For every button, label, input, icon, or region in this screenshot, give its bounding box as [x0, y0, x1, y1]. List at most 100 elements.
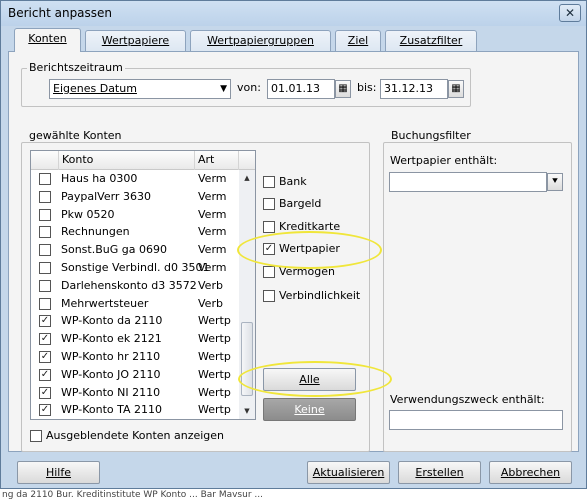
wertpapier-label: Wertpapier enthält: [390, 154, 498, 167]
dropdown-arrow-icon[interactable]: ⯆ [547, 173, 563, 191]
tab-zusatzfilter[interactable]: Zusatzfilter [385, 30, 477, 51]
table-row[interactable]: ✓ WP-Konto TA 2110 Wertp [31, 401, 239, 419]
row-checkbox[interactable] [39, 244, 51, 257]
verwendung-input[interactable] [389, 410, 563, 430]
header-konto[interactable]: Konto [59, 151, 195, 170]
account-name: WP-Konto ek 2121 [61, 332, 162, 346]
account-type: Wertp [198, 385, 231, 399]
type-filter-5[interactable]: Verbindlichkeit [263, 289, 373, 305]
table-row[interactable]: Sonst.BuG ga 0690 Verm [31, 241, 239, 259]
row-checkbox[interactable] [39, 173, 51, 185]
table-row[interactable]: Haus ha 0300 Verm [31, 170, 239, 188]
type-checkbox[interactable] [263, 198, 275, 210]
type-filter-3[interactable]: ✓ Wertpapier [263, 242, 373, 258]
type-label: Kreditkarte [279, 220, 341, 233]
wertpapier-input[interactable] [389, 172, 547, 192]
type-label: Bank [279, 175, 307, 188]
close-button[interactable]: ✕ [559, 4, 581, 22]
title-bar: Bericht anpassen ✕ [1, 1, 586, 26]
type-filter-2[interactable]: Kreditkarte [263, 220, 373, 236]
account-name: WP-Konto da 2110 [61, 314, 163, 328]
account-name: Darlehenskonto d3 3572 [61, 278, 197, 292]
row-checkbox[interactable] [39, 279, 51, 292]
account-name: WP-Konto NI 2110 [61, 385, 161, 399]
background-window-text: ng da 2110 Bur. Kreditinstitute WP Konto… [0, 489, 587, 501]
type-checkbox[interactable]: ✓ [263, 243, 275, 255]
table-row[interactable]: Darlehenskonto d3 3572 Verb [31, 277, 239, 295]
type-label: Wertpapier [279, 242, 340, 255]
account-type: Verb [198, 296, 223, 310]
cancel-button[interactable]: Abbrechen [489, 461, 572, 484]
row-checkbox[interactable]: ✓ [39, 315, 51, 328]
scroll-thumb[interactable] [241, 322, 253, 396]
table-row[interactable]: Rechnungen Verm [31, 223, 239, 241]
table-row[interactable]: Pkw 0520 Verm [31, 206, 239, 224]
account-type: Wertp [198, 350, 231, 363]
type-checkbox[interactable] [263, 221, 275, 233]
row-checkbox[interactable] [39, 262, 51, 274]
header-check-column [31, 151, 59, 170]
list-header: Konto Art [31, 151, 255, 170]
table-row[interactable]: ✓ WP-Konto da 2110 Wertp [31, 312, 239, 330]
table-row[interactable]: ✓ WP-Konto JO 2110 Wertp [31, 366, 239, 384]
row-checkbox[interactable] [39, 297, 51, 310]
help-button[interactable]: Hilfe [17, 461, 100, 484]
calendar-icon[interactable]: ▦ [448, 80, 464, 98]
row-checkbox[interactable]: ✓ [39, 386, 51, 399]
row-checkbox[interactable] [39, 208, 51, 221]
row-checkbox[interactable]: ✓ [39, 404, 51, 417]
row-checkbox[interactable] [39, 190, 51, 203]
berichtszeitraum-title: Berichtszeitraum [27, 61, 125, 74]
period-select[interactable]: Eigenes Datum ▼ [49, 79, 231, 99]
header-art[interactable]: Art [195, 151, 239, 170]
type-checkbox[interactable] [263, 290, 275, 302]
row-checkbox[interactable]: ✓ [39, 368, 51, 381]
account-type: Verm [198, 172, 227, 185]
chevron-down-icon: ▼ [220, 84, 227, 94]
table-row[interactable]: ✓ WP-Konto hr 2110 Wertp [31, 348, 239, 366]
show-hidden-accounts[interactable]: Ausgeblendete Konten anzeigen [30, 429, 260, 445]
accounts-list[interactable]: Konto Art Haus ha 0300 Verm PaypalVerr 363… [30, 150, 256, 420]
bis-date-input[interactable]: 31.12.13 [380, 79, 448, 99]
table-row[interactable]: Sonstige Verbindl. d0 3501 Verm [31, 259, 239, 277]
tab-wertpapiere[interactable]: Wertpapiere [85, 30, 186, 51]
row-checkbox[interactable]: ✓ [39, 351, 51, 363]
tab-wertpapiergruppen[interactable]: Wertpapiergruppen [190, 30, 331, 51]
create-button[interactable]: Erstellen [398, 461, 481, 484]
alle-button[interactable]: Alle [263, 368, 356, 391]
account-name: Haus ha 0300 [61, 172, 138, 185]
account-type: Wertp [198, 332, 231, 346]
account-type: Wertp [198, 403, 231, 417]
type-checkbox[interactable] [263, 176, 275, 188]
type-checkbox[interactable] [263, 266, 275, 278]
table-row[interactable]: ✓ WP-Konto NI 2110 Wertp [31, 384, 239, 402]
show-hidden-checkbox[interactable] [30, 430, 42, 442]
account-name: Mehrwertsteuer [61, 296, 149, 310]
table-row[interactable]: PaypalVerr 3630 Verm [31, 188, 239, 206]
row-checkbox[interactable]: ✓ [39, 333, 51, 346]
keine-button[interactable]: Keine [263, 398, 356, 421]
type-filter-1[interactable]: Bargeld [263, 197, 373, 213]
scroll-down-icon[interactable]: ▼ [239, 403, 255, 419]
type-label: Bargeld [279, 197, 322, 210]
list-scrollbar[interactable]: ▲ ▼ [239, 170, 255, 419]
type-filter-4[interactable]: Vermögen [263, 265, 373, 281]
tab-konten[interactable]: Konten [14, 28, 81, 52]
account-name: WP-Konto TA 2110 [61, 403, 163, 417]
konten-group-title: gewählte Konten [27, 129, 124, 142]
calendar-icon[interactable]: ▦ [335, 80, 351, 98]
table-row[interactable]: ✓ WP-Konto ek 2121 Wertp [31, 330, 239, 348]
bis-label: bis: [357, 81, 377, 94]
row-checkbox[interactable] [39, 226, 51, 239]
verwendung-label: Verwendungszweck enthält: [390, 393, 545, 406]
account-name: PaypalVerr 3630 [61, 189, 151, 203]
account-name: Pkw 0520 [61, 207, 115, 221]
window-title: Bericht anpassen [8, 6, 113, 20]
type-filter-0[interactable]: Bank [263, 175, 373, 191]
buchungsfilter-title: Buchungsfilter [389, 129, 473, 142]
refresh-button[interactable]: Aktualisieren [307, 461, 390, 484]
scroll-up-icon[interactable]: ▲ [239, 170, 255, 186]
tab-ziel[interactable]: Ziel [335, 30, 381, 51]
von-date-input[interactable]: 01.01.13 [267, 79, 335, 99]
table-row[interactable]: Mehrwertsteuer Verb [31, 295, 239, 313]
